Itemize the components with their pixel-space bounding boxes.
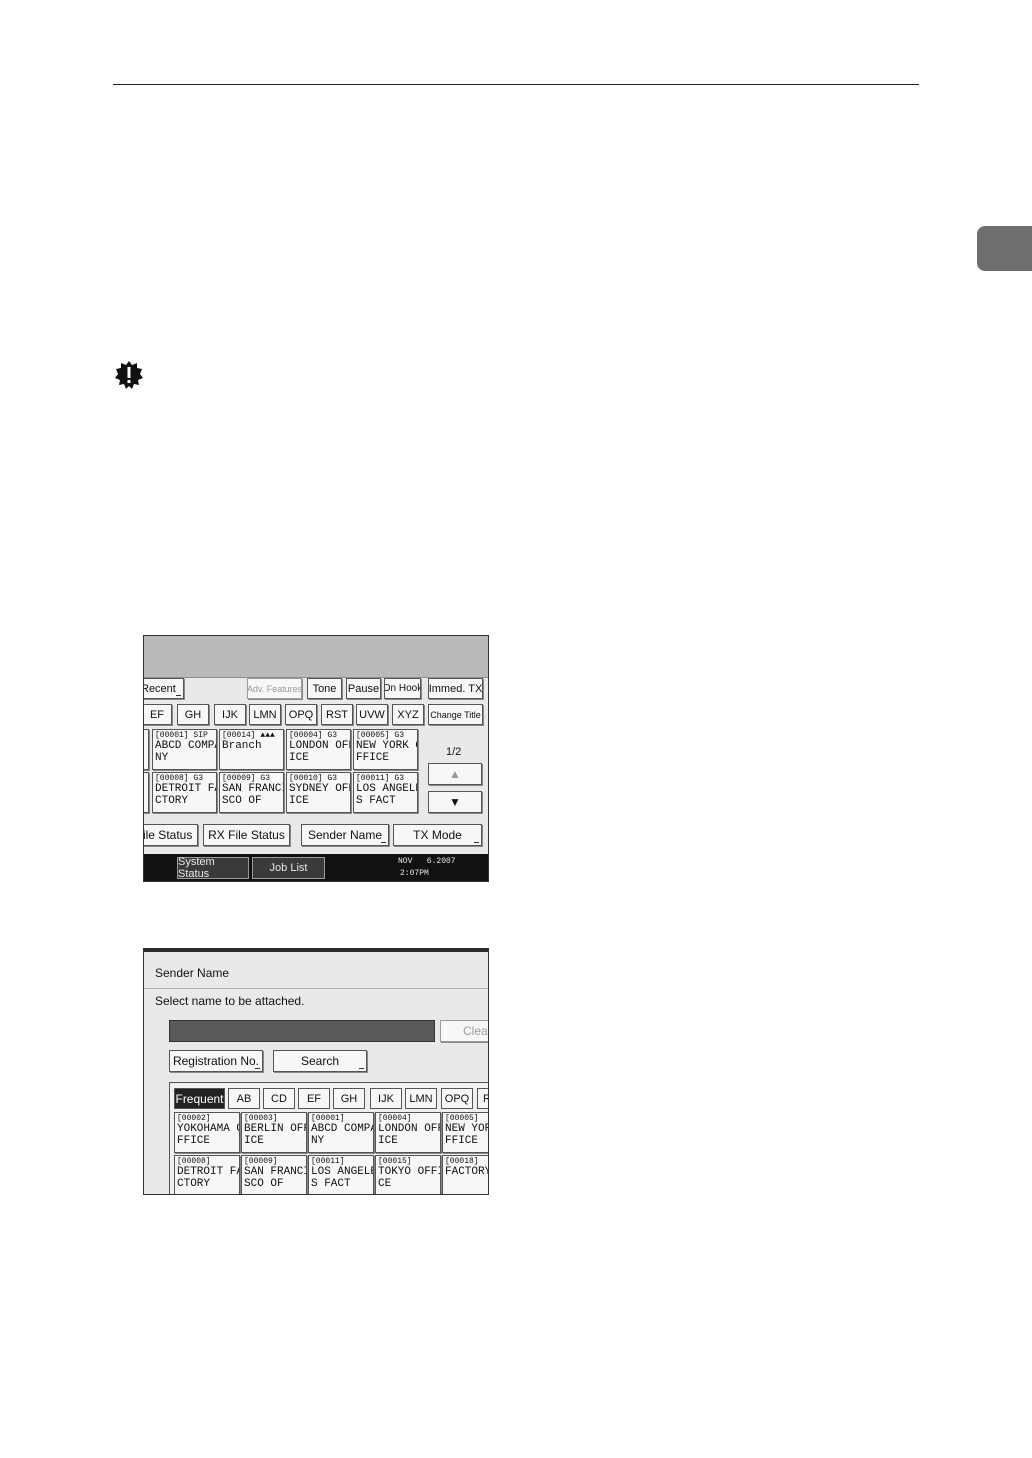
date-display: NOV 6.2007 bbox=[398, 857, 456, 866]
adv-features-button[interactable]: Adv. Features bbox=[247, 678, 302, 699]
destination-key[interactable]: [00005] G3NEW YORK O FFICE bbox=[353, 729, 418, 770]
rx-file-status-button[interactable]: RX File Status bbox=[203, 824, 290, 846]
sender-entry[interactable]: [00018] FACTORY bbox=[442, 1155, 488, 1194]
change-title-button[interactable]: Change Title bbox=[428, 704, 483, 725]
tab-opq[interactable]: OPQ bbox=[285, 704, 317, 725]
sender-entry[interactable]: [00003]BERLIN OFF ICE bbox=[241, 1112, 307, 1153]
time-display: 2:07PM bbox=[400, 869, 429, 878]
tab-lmn[interactable]: LMN bbox=[405, 1088, 437, 1109]
tab-ijk[interactable]: IJK bbox=[370, 1088, 402, 1109]
clear-button[interactable]: Clear bbox=[440, 1020, 488, 1042]
destination-key[interactable]: [00011] G3LOS ANGELE S FACT bbox=[353, 772, 418, 813]
sender-name-button[interactable]: Sender Name bbox=[301, 824, 389, 846]
sender-entry[interactable]: [00004]LONDON OFF ICE bbox=[375, 1112, 441, 1153]
file-status-button[interactable]: File Status bbox=[144, 824, 198, 846]
tab-ijk[interactable]: IJK bbox=[214, 704, 246, 725]
tab-gh[interactable]: GH bbox=[333, 1088, 365, 1109]
recent-button[interactable]: Recent bbox=[144, 678, 184, 699]
job-list-button[interactable]: Job List bbox=[252, 857, 325, 879]
sender-entry[interactable]: [00011] LOS ANGELE S FACT bbox=[308, 1155, 374, 1194]
sender-entry[interactable]: [00005]NEW YORK FFICE bbox=[442, 1112, 488, 1153]
fax-destination-screen: Recent Adv. Features Tone Pause On Hook … bbox=[143, 635, 489, 882]
tab-ab[interactable]: AB bbox=[228, 1088, 260, 1109]
sender-entry[interactable]: [00009] SAN FRANCI SCO OF bbox=[241, 1155, 307, 1194]
tab-r[interactable]: R bbox=[477, 1088, 488, 1109]
immed-tx-button[interactable]: Immed. TX bbox=[428, 678, 483, 699]
tone-button[interactable]: Tone bbox=[307, 678, 342, 699]
destination-key[interactable]: [00004] G3LONDON OFF ICE bbox=[286, 729, 351, 770]
sender-entry[interactable]: [00008]DETROIT FA CTORY bbox=[174, 1155, 240, 1194]
divider bbox=[144, 988, 488, 989]
tab-ef[interactable]: EF bbox=[298, 1088, 330, 1109]
system-status-button[interactable]: System Status bbox=[177, 856, 249, 880]
up-arrow-icon: ▲ bbox=[449, 767, 461, 781]
tab-frequent[interactable]: Frequent bbox=[174, 1088, 225, 1109]
tab-opq[interactable]: OPQ bbox=[441, 1088, 473, 1109]
destination-key[interactable]: [00001] SIPABCD COMPA NY bbox=[152, 729, 217, 770]
destination-key[interactable]: [00014] ▲▲▲ Branch bbox=[219, 729, 284, 770]
tab-lmn[interactable]: LMN bbox=[249, 704, 281, 725]
sender-name-field[interactable] bbox=[169, 1020, 435, 1042]
destination-key[interactable]: [00009] G3SAN FRANCI SCO OF bbox=[219, 772, 284, 813]
destination-key[interactable]: [00010] G3SYDNEY OFF ICE bbox=[286, 772, 351, 813]
registration-no-button[interactable]: Registration No. bbox=[169, 1050, 263, 1072]
destination-key[interactable]: [00008] G3DETROIT FA CTORY bbox=[152, 772, 217, 813]
tab-ef[interactable]: EF bbox=[144, 704, 172, 725]
scroll-up-button[interactable]: ▲ bbox=[428, 763, 482, 785]
dialog-prompt: Select name to be attached. bbox=[155, 994, 305, 1008]
dialog-title: Sender Name bbox=[155, 966, 230, 980]
tx-mode-button[interactable]: TX Mode bbox=[393, 824, 482, 846]
down-arrow-icon: ▼ bbox=[449, 795, 461, 809]
sender-name-screen: Sender Name Select name to be attached. … bbox=[143, 948, 489, 1195]
important-icon bbox=[115, 361, 143, 389]
pause-button[interactable]: Pause bbox=[346, 678, 381, 699]
sender-entry[interactable]: [00015]TOKYO OFFI CE bbox=[375, 1155, 441, 1194]
destination-partial[interactable] bbox=[144, 729, 149, 770]
sender-entry[interactable]: [00002]YOKOHAMA O FFICE bbox=[174, 1112, 240, 1153]
destination-partial[interactable] bbox=[144, 772, 149, 813]
page-indicator: 1/2 bbox=[446, 746, 462, 758]
chapter-tab bbox=[977, 226, 1032, 271]
status-bar: System Status Job List NOV 6.2007 2:07PM bbox=[144, 854, 488, 881]
tab-uvw[interactable]: UVW bbox=[356, 704, 388, 725]
scroll-down-button[interactable]: ▼ bbox=[428, 791, 482, 813]
header-rule bbox=[113, 84, 919, 85]
sender-entry[interactable]: [00001] ABCD COMPA NY bbox=[308, 1112, 374, 1153]
tab-cd[interactable]: CD bbox=[263, 1088, 295, 1109]
tab-rst[interactable]: RST bbox=[321, 704, 353, 725]
tab-gh[interactable]: GH bbox=[177, 704, 209, 725]
screen-header bbox=[144, 636, 488, 678]
search-button[interactable]: Search bbox=[273, 1050, 367, 1072]
tab-xyz[interactable]: XYZ bbox=[392, 704, 424, 725]
on-hook-button[interactable]: On Hook bbox=[384, 678, 421, 699]
